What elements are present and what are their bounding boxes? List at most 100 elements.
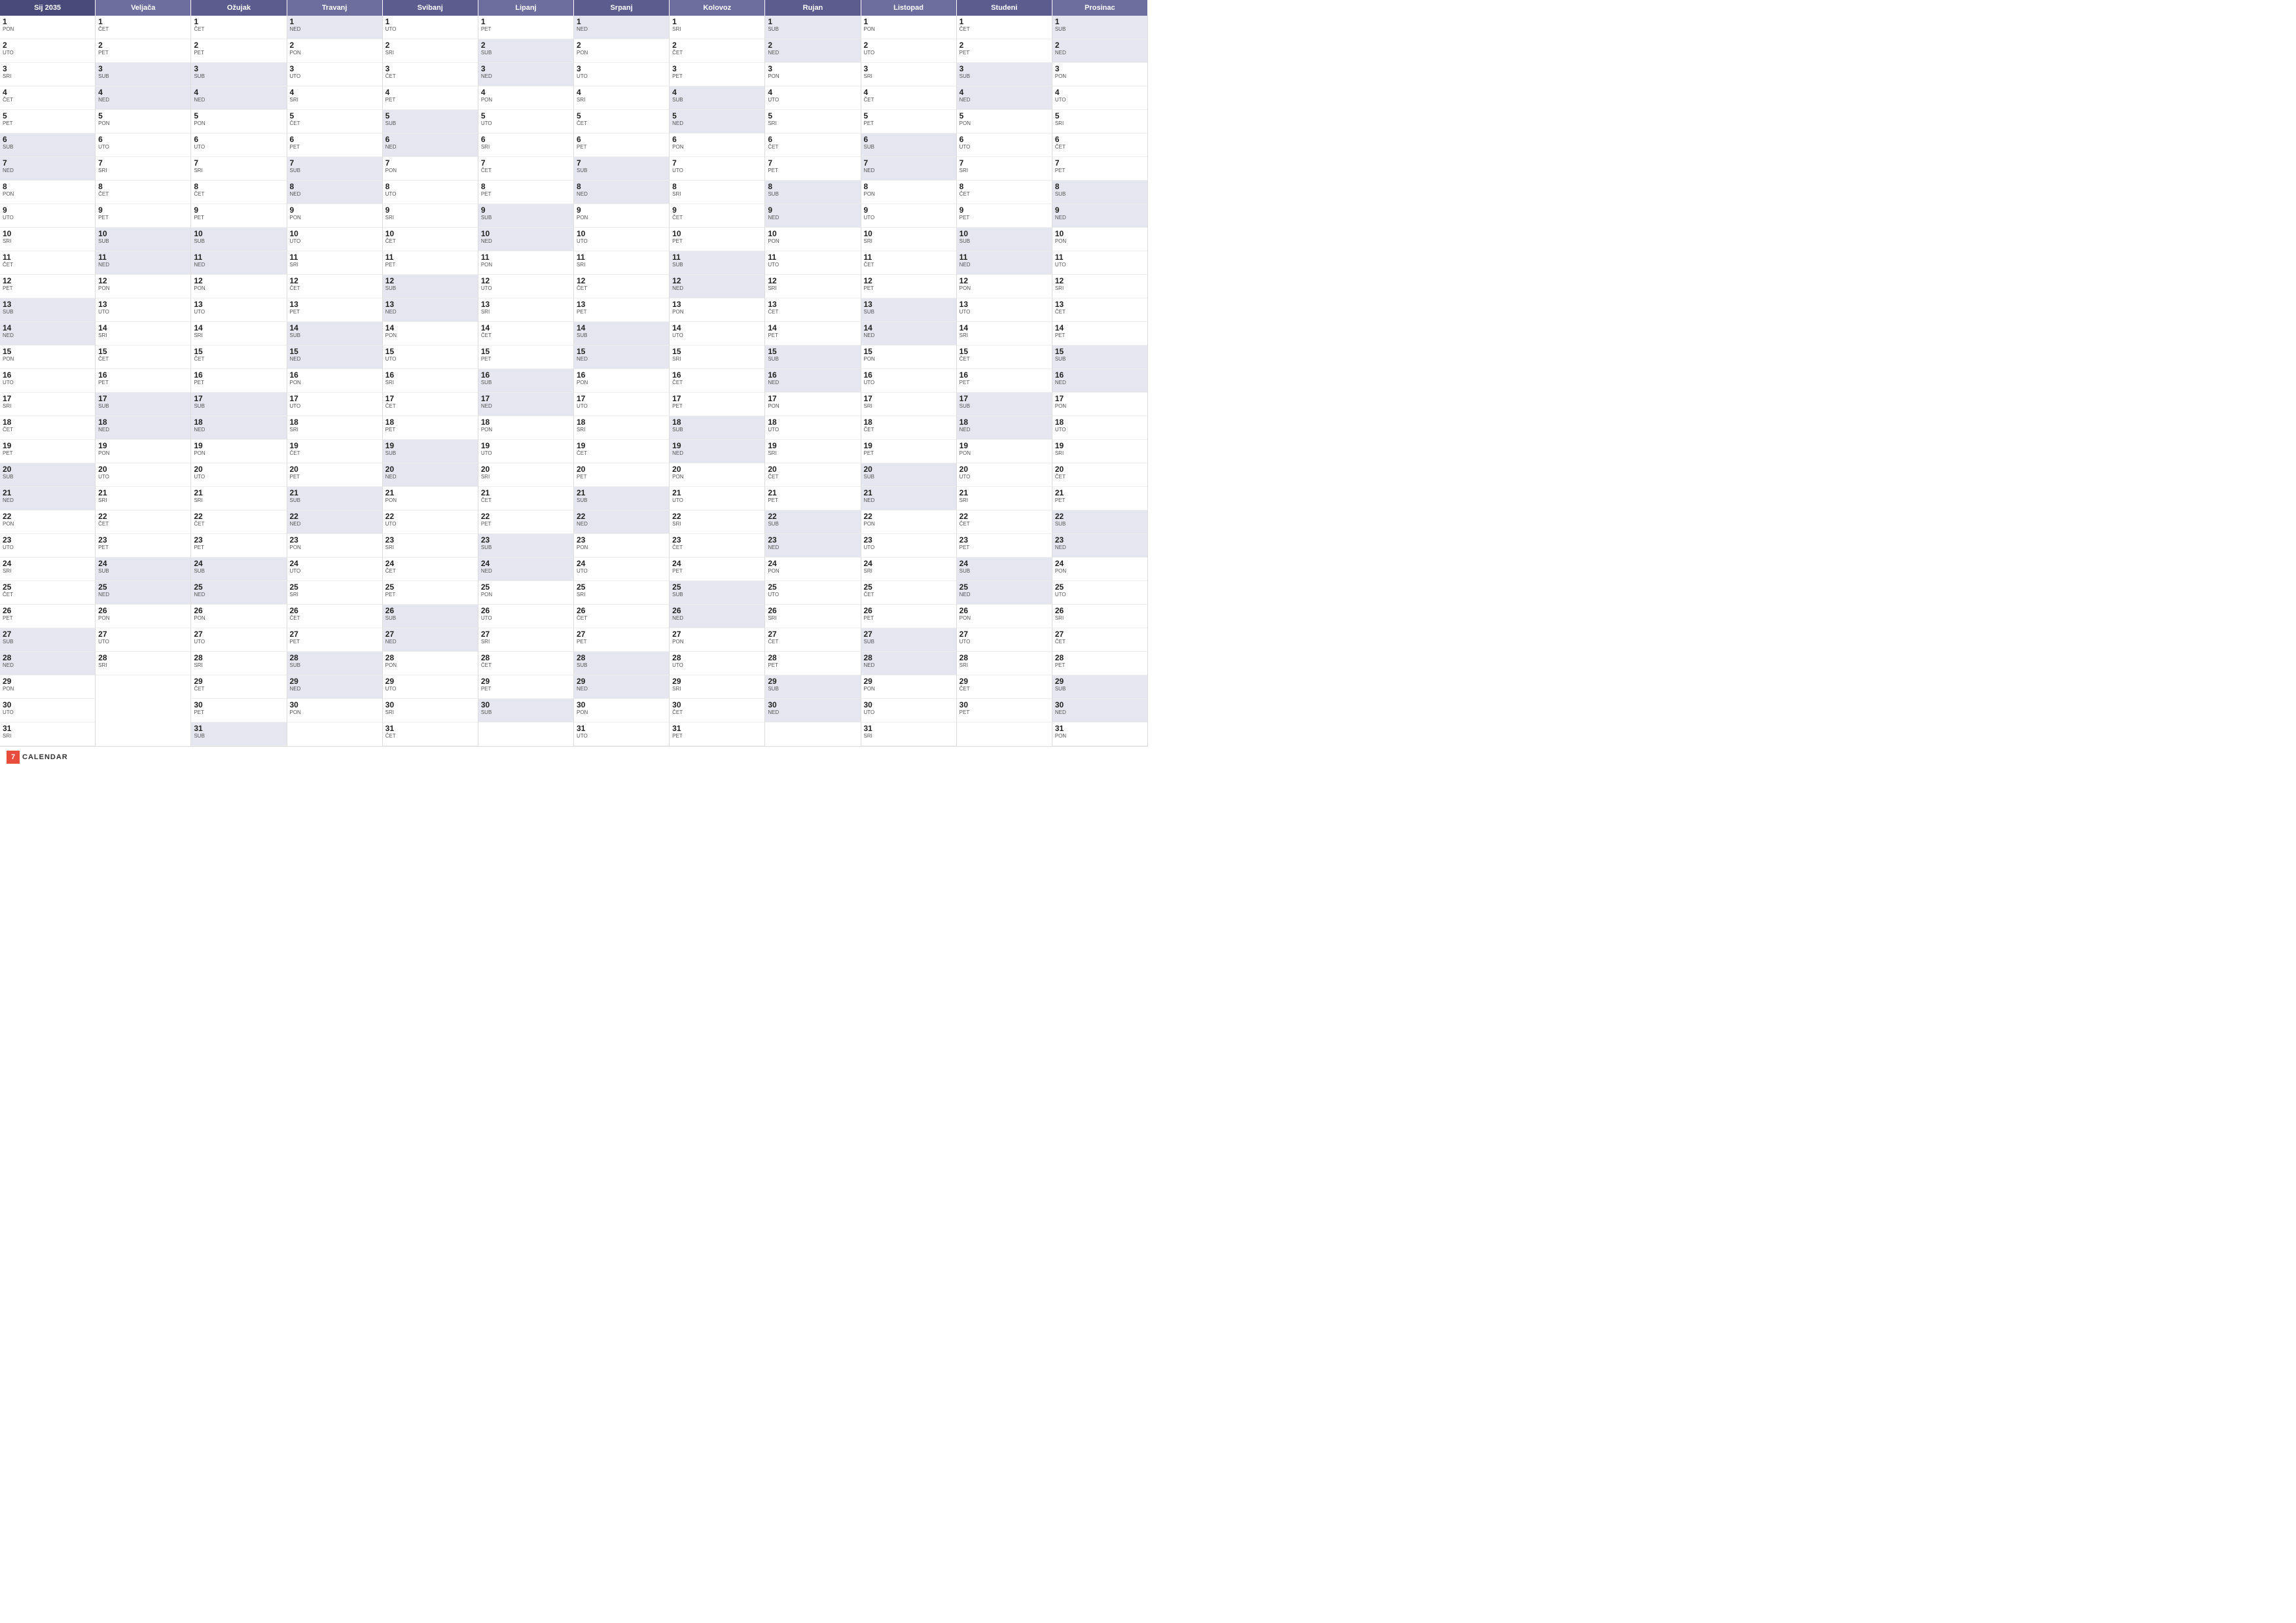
day-name: PET <box>768 662 857 669</box>
day-name: SRI <box>960 662 1049 669</box>
day-cell-m1-d1: 1ČET <box>96 16 190 39</box>
day-name: NED <box>3 168 92 174</box>
day-number: 24 <box>290 559 380 568</box>
day-cell-m10-d14: 14SRI <box>957 322 1052 346</box>
day-number: 31 <box>3 724 92 733</box>
day-cell-m3-d6: 6PET <box>287 134 382 157</box>
day-number: 10 <box>98 229 188 238</box>
day-cell-m7-d10: 10PET <box>670 228 764 251</box>
day-name: ČET <box>864 97 954 103</box>
day-cell-m3-d23: 23PON <box>287 534 382 558</box>
day-cell-m7-d5: 5NED <box>670 110 764 134</box>
day-cell-m2-d15: 15ČET <box>191 346 286 369</box>
day-number: 26 <box>672 606 762 615</box>
day-name: SRI <box>960 168 1049 174</box>
day-cell-m10-d25: 25NED <box>957 581 1052 605</box>
day-number: 23 <box>672 535 762 544</box>
day-number: 30 <box>290 700 380 709</box>
day-cell-m2-d18: 18NED <box>191 416 286 440</box>
day-name: SRI <box>194 662 283 669</box>
day-cell-m0-d19: 19PET <box>0 440 95 463</box>
day-name: PON <box>194 285 283 292</box>
day-name: SUB <box>194 733 283 740</box>
day-number: 16 <box>1055 370 1145 380</box>
day-cell-m0-d12: 12PET <box>0 275 95 298</box>
day-cell-m5-d21: 21ČET <box>478 487 573 510</box>
day-name: SRI <box>577 262 666 268</box>
day-name: ČET <box>290 450 380 457</box>
month-column-3: 1NED2PON3UTO4SRI5ČET6PET7SUB8NED9PON10UT… <box>287 16 383 746</box>
day-name: UTO <box>768 262 857 268</box>
day-number: 3 <box>577 64 666 73</box>
day-name: PET <box>960 215 1049 221</box>
day-cell-m5-d6: 6SRI <box>478 134 573 157</box>
day-name: SUB <box>194 403 283 410</box>
day-cell-m10-d17: 17SUB <box>957 393 1052 416</box>
day-name: NED <box>960 97 1049 103</box>
day-number: 16 <box>3 370 92 380</box>
day-cell-m0-d7: 7NED <box>0 157 95 181</box>
day-cell-m4-d5: 5SUB <box>383 110 478 134</box>
day-number: 20 <box>194 465 283 474</box>
day-name: SUB <box>864 639 954 645</box>
day-cell-m9-d28: 28NED <box>861 652 956 675</box>
day-cell-m7-d2: 2ČET <box>670 39 764 63</box>
day-name: PET <box>98 50 188 56</box>
day-name: SUB <box>3 474 92 480</box>
day-name: SRI <box>768 615 857 622</box>
day-cell-m1-d14: 14SRI <box>96 322 190 346</box>
day-cell-m4-d9: 9SRI <box>383 204 478 228</box>
day-cell-m2-d12: 12PON <box>191 275 286 298</box>
day-number: 17 <box>290 394 380 403</box>
day-name: ČET <box>194 26 283 33</box>
day-cell-m7-d30: 30ČET <box>670 699 764 722</box>
day-cell-m11-d17: 17PON <box>1052 393 1147 416</box>
month-header-6: Srpanj <box>574 0 670 16</box>
day-number: 14 <box>1055 323 1145 332</box>
day-cell-m1-d21: 21SRI <box>96 487 190 510</box>
day-name: PET <box>1055 497 1145 504</box>
day-name: PET <box>864 120 954 127</box>
day-name: UTO <box>98 639 188 645</box>
day-cell-m6-d22: 22NED <box>574 510 669 534</box>
day-number: 30 <box>864 700 954 709</box>
day-name: NED <box>98 592 188 598</box>
day-cell-m11-d8: 8SUB <box>1052 181 1147 204</box>
day-number: 9 <box>864 205 954 215</box>
day-number: 30 <box>1055 700 1145 709</box>
day-cell-m3-d8: 8NED <box>287 181 382 204</box>
day-cell-m7-d7: 7UTO <box>670 157 764 181</box>
day-number: 22 <box>481 512 571 521</box>
day-number: 5 <box>481 111 571 120</box>
day-cell-m10-d15: 15ČET <box>957 346 1052 369</box>
day-name: UTO <box>194 474 283 480</box>
day-cell-m3-d12: 12ČET <box>287 275 382 298</box>
day-number: 7 <box>3 158 92 168</box>
day-number: 30 <box>194 700 283 709</box>
day-number: 2 <box>290 41 380 50</box>
day-number: 8 <box>1055 182 1145 191</box>
day-cell-m7-d27: 27PON <box>670 628 764 652</box>
day-cell-m7-d3: 3PET <box>670 63 764 86</box>
day-cell-m4-d18: 18PET <box>383 416 478 440</box>
day-cell-m6-d15: 15NED <box>574 346 669 369</box>
day-name: PET <box>194 50 283 56</box>
day-number: 12 <box>386 276 475 285</box>
day-number: 30 <box>386 700 475 709</box>
day-name: PON <box>768 568 857 575</box>
day-number: 16 <box>768 370 857 380</box>
day-number: 12 <box>1055 276 1145 285</box>
day-number: 7 <box>481 158 571 168</box>
day-cell-m7-d17: 17PET <box>670 393 764 416</box>
day-name: PON <box>864 521 954 527</box>
day-name: ČET <box>194 686 283 692</box>
day-number: 5 <box>864 111 954 120</box>
day-cell-m9-d22: 22PON <box>861 510 956 534</box>
day-name: NED <box>386 144 475 151</box>
day-cell-m5-d17: 17NED <box>478 393 573 416</box>
day-cell-m0-d23: 23UTO <box>0 534 95 558</box>
day-cell-m9-d21: 21NED <box>861 487 956 510</box>
day-cell-m7-d4: 4SUB <box>670 86 764 110</box>
day-name: UTO <box>864 50 954 56</box>
day-number: 14 <box>194 323 283 332</box>
